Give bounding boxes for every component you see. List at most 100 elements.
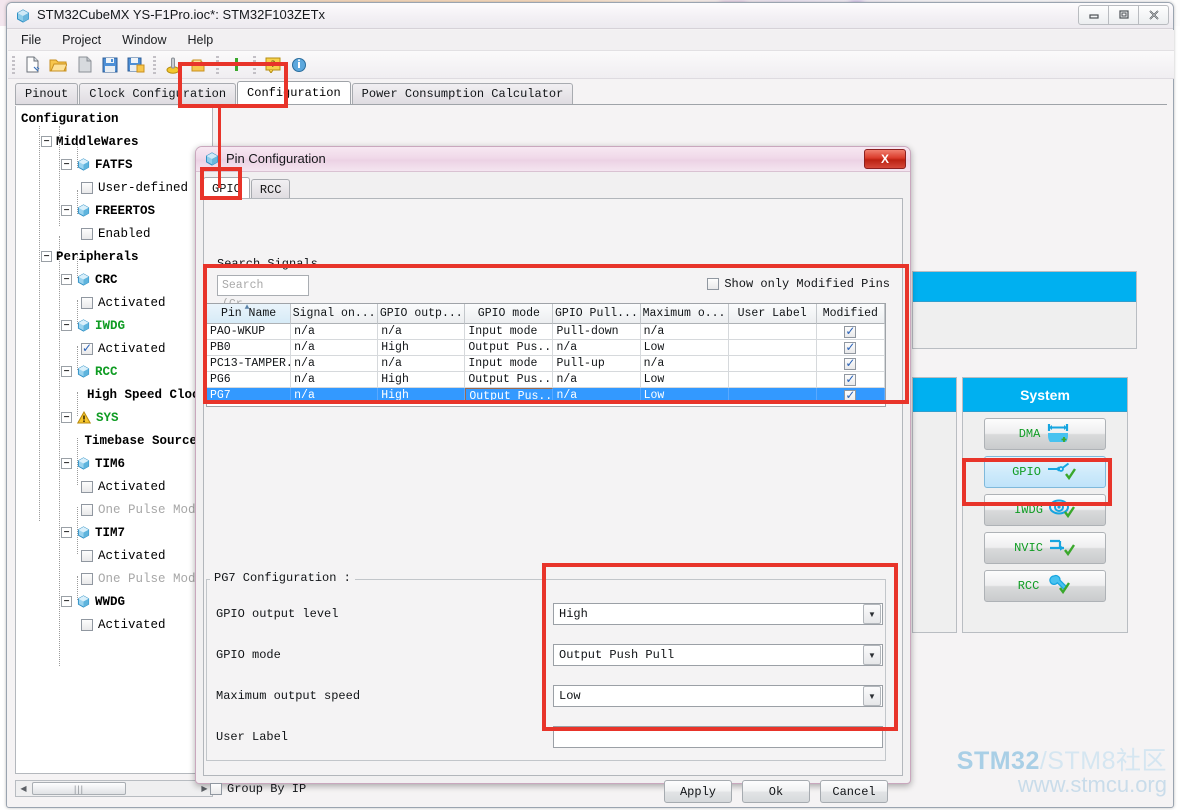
config-text-user-label[interactable] bbox=[553, 726, 883, 748]
group-by-ip-checkbox[interactable] bbox=[210, 783, 222, 795]
apply-button[interactable]: Apply bbox=[664, 780, 732, 803]
tree-node-enabled[interactable]: Enabled bbox=[16, 222, 212, 245]
tree-expander[interactable]: − bbox=[61, 366, 72, 377]
tree-expander[interactable]: − bbox=[61, 412, 72, 423]
tree-node-high-speed-clock[interactable]: High Speed Clock bbox=[16, 383, 212, 406]
tree-expander[interactable]: − bbox=[61, 159, 72, 170]
chevron-down-icon[interactable]: ▼ bbox=[863, 645, 881, 665]
peripheral-button-rcc[interactable]: RCC bbox=[984, 570, 1106, 602]
minimize-button[interactable] bbox=[1078, 5, 1109, 25]
dialog-tab-gpio[interactable]: GPIO bbox=[203, 177, 250, 199]
table-row[interactable]: PG6 n/a High Output Pus... n/a Low bbox=[207, 372, 885, 388]
new-project-icon[interactable] bbox=[19, 53, 45, 77]
tree-checkbox[interactable] bbox=[81, 572, 93, 585]
chevron-down-icon[interactable]: ▼ bbox=[863, 604, 881, 624]
config-combo-gpio-mode[interactable]: Output Push Pull ▼ bbox=[553, 644, 883, 666]
tree-expander[interactable]: − bbox=[61, 205, 72, 216]
tree-expander[interactable]: − bbox=[61, 527, 72, 538]
dialog-close-button[interactable]: X bbox=[864, 149, 906, 169]
table-cell-modified[interactable] bbox=[816, 340, 885, 356]
menu-item-help[interactable]: Help bbox=[185, 32, 217, 48]
tree-checkbox[interactable] bbox=[81, 296, 93, 309]
open-project-icon[interactable] bbox=[45, 53, 71, 77]
tree-node-iwdg[interactable]: − IWDG bbox=[16, 314, 212, 337]
modified-checkbox[interactable] bbox=[844, 388, 857, 402]
table-row[interactable]: PC13-TAMPER...n/an/aInput modePull-upn/a bbox=[207, 356, 885, 372]
config-combo-gpio-output-level[interactable]: High ▼ bbox=[553, 603, 883, 625]
scroll-thumb[interactable]: ||| bbox=[32, 782, 126, 795]
sidebar-horizontal-scrollbar[interactable]: ◀ ||| ▶ bbox=[15, 780, 213, 797]
tree-node-freertos[interactable]: − FREERTOS bbox=[16, 199, 212, 222]
modified-checkbox[interactable] bbox=[844, 324, 857, 338]
tree-checkbox[interactable] bbox=[81, 181, 93, 194]
tree-checkbox[interactable] bbox=[81, 503, 93, 516]
modified-checkbox[interactable] bbox=[844, 356, 857, 370]
tree-node-middlewares[interactable]: − MiddleWares bbox=[16, 130, 212, 153]
search-input[interactable]: Search (Cr... bbox=[217, 275, 309, 311]
tree-expander[interactable]: − bbox=[61, 596, 72, 607]
close-button[interactable] bbox=[1138, 5, 1169, 25]
tree-checkbox[interactable] bbox=[81, 618, 93, 631]
tree-node-activated[interactable]: Activated bbox=[16, 544, 212, 567]
peripheral-button-dma[interactable]: DMA bbox=[984, 418, 1106, 450]
pin-table-column-header-user-label[interactable]: User Label bbox=[728, 304, 817, 324]
pin-table-column-header-gpio-outp[interactable]: GPIO outp... bbox=[378, 304, 466, 324]
configuration-tree[interactable]: Configuration − MiddleWares − FATFS User-defi… bbox=[15, 106, 213, 774]
close-project-icon[interactable] bbox=[71, 53, 97, 77]
tree-node-activated[interactable]: Activated bbox=[16, 475, 212, 498]
cancel-button[interactable]: Cancel bbox=[820, 780, 888, 803]
tree-expander[interactable]: − bbox=[41, 251, 52, 262]
dialog-tab-rcc[interactable]: RCC bbox=[250, 179, 291, 199]
tab-power-consumption-calculator[interactable]: Power Consumption Calculator bbox=[351, 83, 574, 104]
pin-table-column-header-gpio-mode[interactable]: GPIO mode bbox=[465, 304, 554, 324]
table-row[interactable]: PG7 n/a High Output Pus... n/a Low bbox=[207, 388, 885, 404]
tree-node-one-pulse-mode[interactable]: One Pulse Mode bbox=[16, 567, 212, 590]
pin-table[interactable]: ▲ Pin Name Signal on... GPIO outp... GPIO mo… bbox=[206, 303, 886, 407]
tree-node-tim6[interactable]: − TIM6 bbox=[16, 452, 212, 475]
about-icon[interactable] bbox=[286, 53, 312, 77]
ok-button[interactable]: Ok bbox=[742, 780, 810, 803]
show-modified-pins-checkbox[interactable] bbox=[707, 278, 720, 290]
tree-node-sys[interactable]: − SYS bbox=[16, 406, 212, 429]
tree-checkbox[interactable] bbox=[81, 341, 93, 355]
pin-table-column-header-pin-name[interactable]: ▲ Pin Name bbox=[207, 304, 292, 324]
tree-node-peripherals[interactable]: − Peripherals bbox=[16, 245, 212, 268]
show-modified-pins-row[interactable]: Show only Modified Pins bbox=[707, 277, 890, 291]
tree-expander[interactable]: − bbox=[61, 274, 72, 285]
pin-table-column-header-signal-on[interactable]: Signal on... bbox=[291, 304, 379, 324]
tree-expander[interactable]: − bbox=[61, 458, 72, 469]
tab-configuration[interactable]: Configuration bbox=[237, 81, 351, 104]
tree-node-crc[interactable]: − CRC bbox=[16, 268, 212, 291]
tree-node-tim7[interactable]: − TIM7 bbox=[16, 521, 212, 544]
pin-table-column-header-gpio-pull[interactable]: GPIO Pull... bbox=[553, 304, 641, 324]
tree-node-fatfs[interactable]: − FATFS bbox=[16, 153, 212, 176]
tree-node-timebase-source-s[interactable]: Timebase Source:S bbox=[16, 429, 212, 452]
tree-expander[interactable]: − bbox=[41, 136, 52, 147]
tab-pinout[interactable]: Pinout bbox=[15, 83, 79, 104]
group-by-ip-row[interactable]: Group By IP bbox=[210, 782, 306, 796]
table-cell-modified[interactable] bbox=[816, 324, 885, 340]
maximize-button[interactable] bbox=[1108, 5, 1139, 25]
tree-checkbox[interactable] bbox=[81, 549, 93, 562]
menu-item-window[interactable]: Window bbox=[119, 32, 169, 48]
tree-node-activated[interactable]: Activated bbox=[16, 337, 212, 360]
pin-table-body[interactable]: PAO-WKUPn/an/aInput modePull-downn/aPB0n… bbox=[207, 324, 885, 404]
tree-node-activated[interactable]: Activated bbox=[16, 613, 212, 636]
save-project-icon[interactable] bbox=[97, 53, 123, 77]
modified-checkbox[interactable] bbox=[844, 372, 857, 386]
config-combo-maximum-output-speed[interactable]: Low ▼ bbox=[553, 685, 883, 707]
menu-item-project[interactable]: Project bbox=[59, 32, 104, 48]
table-cell-modified[interactable] bbox=[816, 356, 885, 372]
peripheral-button-iwdg[interactable]: IWDG bbox=[984, 494, 1106, 526]
pin-table-column-header-maximum-o[interactable]: Maximum o... bbox=[640, 304, 729, 324]
add-icon[interactable] bbox=[223, 53, 249, 77]
tree-expander[interactable]: − bbox=[61, 320, 72, 331]
table-cell-modified[interactable] bbox=[816, 388, 885, 404]
table-row[interactable]: PB0 n/a High Output Pus... n/a Low bbox=[207, 340, 885, 356]
scroll-left-arrow[interactable]: ◀ bbox=[16, 781, 31, 796]
pin-table-column-header-modified[interactable]: Modified bbox=[816, 304, 885, 324]
peripheral-button-nvic[interactable]: NVIC bbox=[984, 532, 1106, 564]
tree-node-configuration[interactable]: Configuration bbox=[16, 107, 212, 130]
help-icon[interactable]: ? bbox=[260, 53, 286, 77]
tree-node-one-pulse-mode[interactable]: One Pulse Mode bbox=[16, 498, 212, 521]
